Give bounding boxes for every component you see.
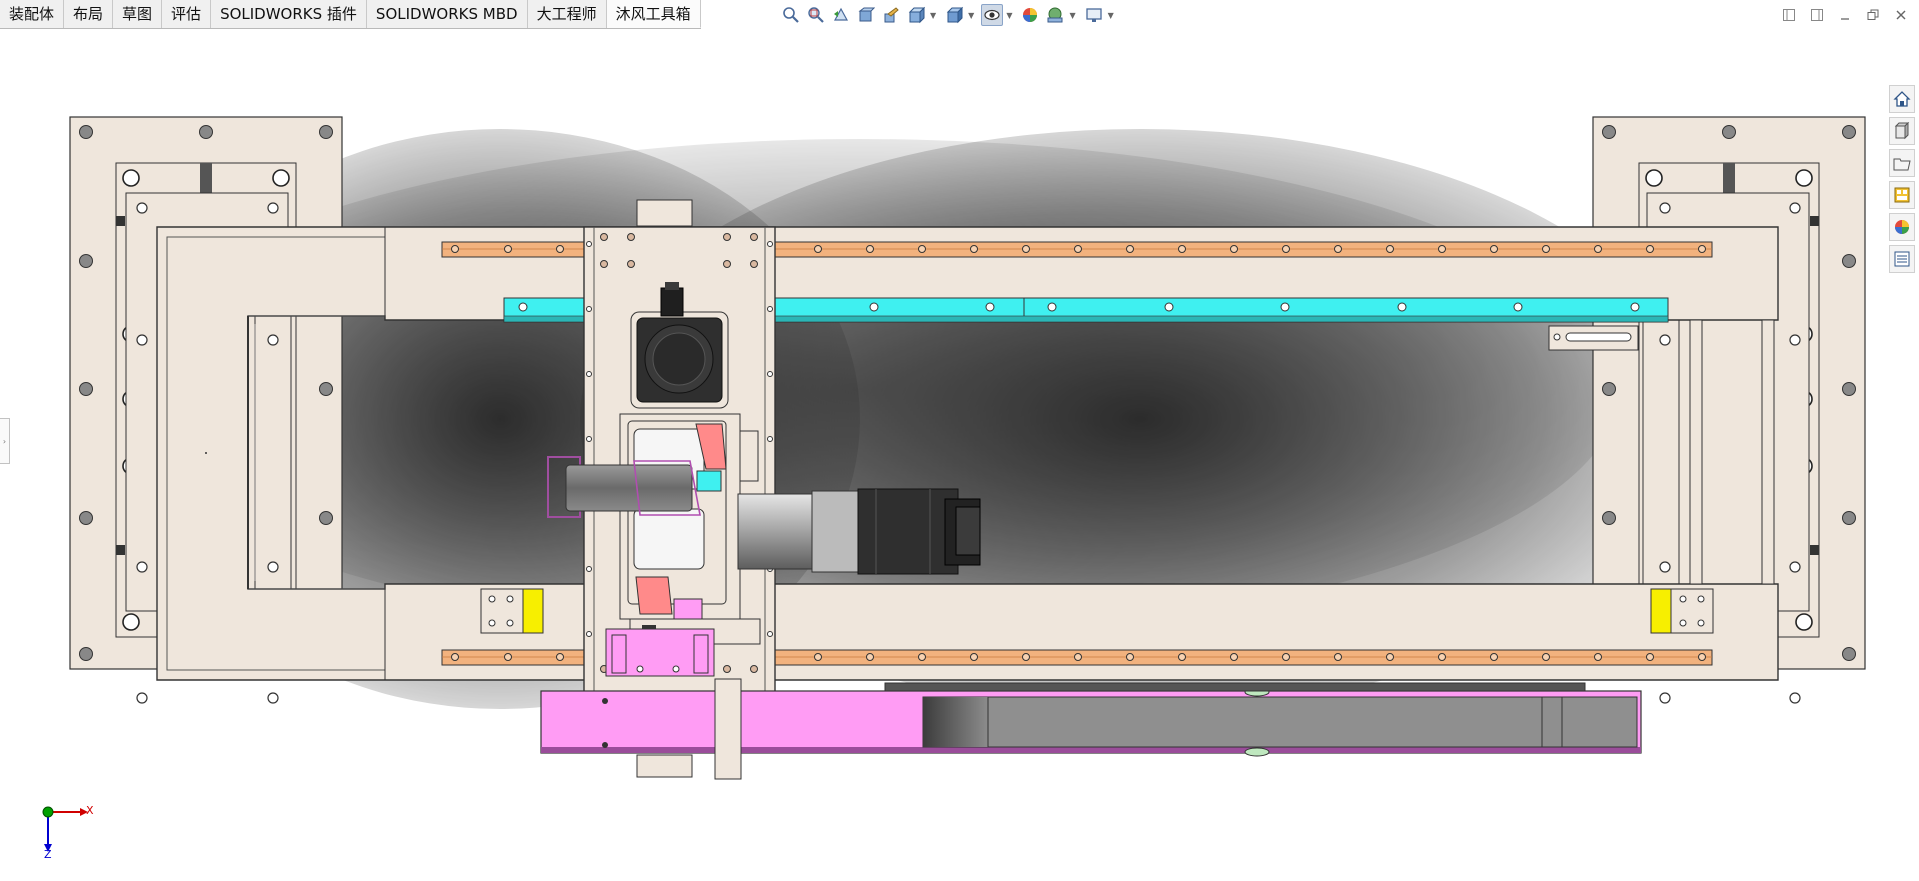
display-style-icon[interactable] [943,4,965,26]
feed-roller [547,456,701,518]
view-settings-icon[interactable] [1083,4,1105,26]
view-orientation-caret-icon[interactable]: ▼ [930,11,936,20]
tab-layout[interactable]: 布局 [64,0,114,28]
restore-panel-left-icon[interactable] [1777,3,1801,27]
hide-show-items-icon[interactable] [981,4,1004,26]
tab-assembly[interactable]: 装配体 [0,0,65,28]
restore-panel-right-icon[interactable] [1805,3,1829,27]
graphics-area[interactable] [0,29,1919,881]
tab-sketch[interactable]: 草图 [113,0,163,28]
apply-scene-icon[interactable] [1044,4,1066,26]
minimize-icon[interactable] [1833,3,1857,27]
command-manager-tabs: 装配体 布局 草图 评估 SOLIDWORKS 插件 SOLIDWORKS MB… [0,0,701,29]
zoom-to-fit-icon[interactable] [780,4,802,26]
section-view-icon[interactable] [855,4,877,26]
zoom-to-area-icon[interactable] [805,4,827,26]
triad-x-label: X [86,804,94,817]
tab-solidworks-addins[interactable]: SOLIDWORKS 插件 [211,0,367,28]
window-controls [1777,2,1913,28]
tab-solidworks-mbd[interactable]: SOLIDWORKS MBD [367,0,528,28]
triad-z-label: Z [44,848,52,861]
restore-icon[interactable] [1861,3,1885,27]
horizontal-servo-motor [737,488,981,575]
hide-show-caret-icon[interactable]: ▼ [1006,11,1012,20]
dynamic-annotation-icon[interactable] [880,4,902,26]
belt-conveyor-module [540,678,1642,780]
reference-triad: X Z [38,802,98,862]
edit-appearance-icon[interactable] [1019,4,1041,26]
display-style-caret-icon[interactable]: ▼ [968,11,974,20]
heads-up-view-toolbar: ▼ ▼ ▼ ▼ ▼ [780,2,1118,28]
view-orientation-icon[interactable] [905,4,927,26]
close-icon[interactable] [1889,3,1913,27]
sensor-slot-bracket [1548,325,1639,351]
apply-scene-caret-icon[interactable]: ▼ [1069,11,1075,20]
previous-view-icon[interactable] [830,4,852,26]
sketch-point [205,452,207,454]
view-settings-caret-icon[interactable]: ▼ [1108,11,1114,20]
limit-switch-left [480,588,544,634]
tab-mufeng-toolbox[interactable]: 沐风工具箱 [606,0,701,28]
tab-big-engineer[interactable]: 大工程师 [528,0,607,28]
limit-switch-right [1650,588,1714,634]
tab-evaluate[interactable]: 评估 [162,0,212,28]
pink-mount-block [605,628,715,677]
